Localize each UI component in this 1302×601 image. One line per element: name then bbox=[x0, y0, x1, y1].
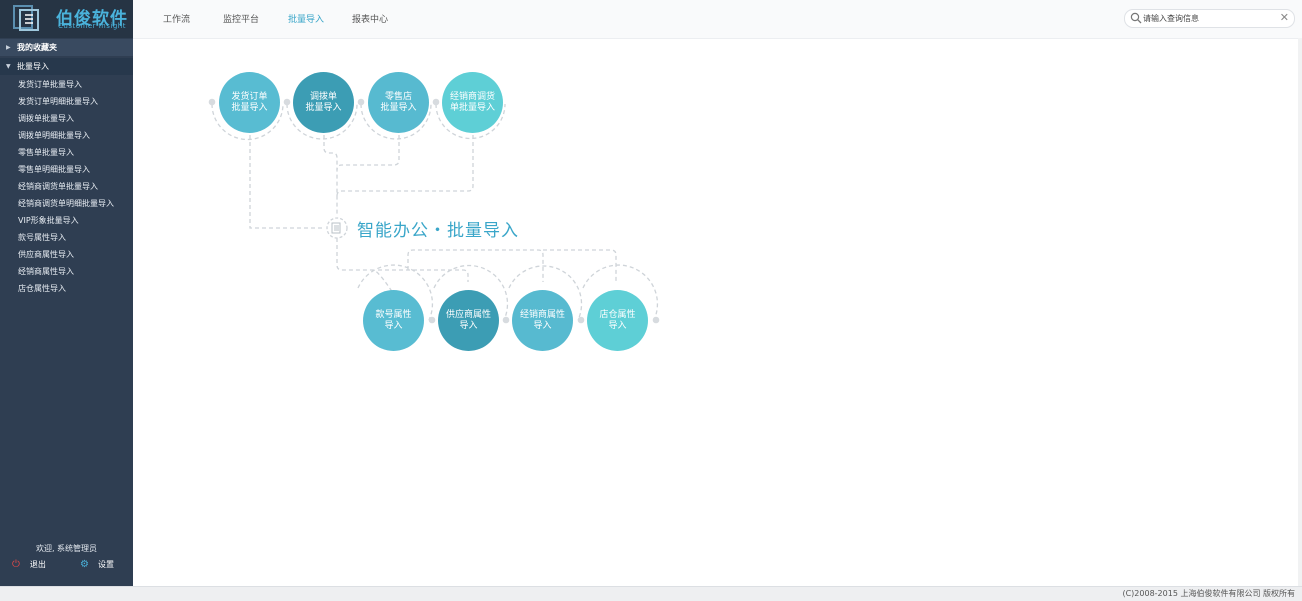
node-supplier-attribute-import[interactable]: 供应商属性 导入 bbox=[438, 290, 499, 351]
clear-icon[interactable]: ✕ bbox=[1280, 11, 1289, 24]
node-dealer-attribute-import[interactable]: 经销商属性 导入 bbox=[512, 290, 573, 351]
node-style-attribute-import[interactable]: 款号属性 导入 bbox=[363, 290, 424, 351]
node-label: 经销商调货 单批量导入 bbox=[449, 91, 495, 113]
brand-logo[interactable]: 伯俊软件 Customer Insight bbox=[0, 0, 133, 38]
sidebar-item[interactable]: 店仓属性导入 bbox=[0, 280, 133, 297]
node-store-attribute-import[interactable]: 店仓属性 导入 bbox=[587, 290, 648, 351]
sidebar-item[interactable]: 经销商调货单批量导入 bbox=[0, 178, 133, 195]
node-label: 店仓属性 导入 bbox=[599, 309, 636, 331]
logo-icon bbox=[13, 5, 39, 31]
search-box: ✕ bbox=[1124, 9, 1295, 28]
welcome-text: 欢迎, 系统管理员 bbox=[35, 544, 98, 553]
sidebar-item[interactable]: 款号属性导入 bbox=[0, 229, 133, 246]
sidebar-section-label: 批量导入 bbox=[17, 62, 49, 71]
sidebar-item[interactable]: VIP形象批量导入 bbox=[0, 212, 133, 229]
caret-right-icon: ▶ bbox=[6, 44, 11, 51]
node-label: 经销商属性 导入 bbox=[519, 309, 565, 331]
sidebar-item[interactable]: 零售单明细批量导入 bbox=[0, 161, 133, 178]
node-shipping-order-import[interactable]: 发货订单 批量导入 bbox=[219, 72, 280, 133]
scrollbar[interactable] bbox=[1298, 38, 1302, 586]
batch-import-diagram: 发货订单 批量导入 调拨单 批量导入 零售店 批量导入 经销商调货 单批量导入 … bbox=[133, 38, 1302, 586]
logout-label: 退出 bbox=[29, 560, 46, 569]
search-icon[interactable] bbox=[1130, 12, 1142, 24]
nav-workflow[interactable]: 工作流 bbox=[163, 12, 190, 25]
sidebar-item[interactable]: 调拨单明细批量导入 bbox=[0, 127, 133, 144]
sidebar-item[interactable]: 零售单批量导入 bbox=[0, 144, 133, 161]
node-label: 发货订单 批量导入 bbox=[231, 91, 268, 113]
gear-icon: ⚙ bbox=[80, 559, 89, 570]
logout-button[interactable]: ⏻ 退出 bbox=[12, 559, 46, 570]
sidebar-section-favorites[interactable]: ▶ 我的收藏夹 bbox=[0, 39, 133, 56]
sidebar: 伯俊软件 Customer Insight ▶ 我的收藏夹 ▼ 批量导入 发货订… bbox=[0, 0, 133, 586]
nav-report-center[interactable]: 报表中心 bbox=[352, 12, 388, 25]
sidebar-item[interactable]: 供应商属性导入 bbox=[0, 246, 133, 263]
diagram-center-title: 智能办公・批量导入 bbox=[357, 221, 519, 241]
search-input[interactable] bbox=[1143, 11, 1273, 25]
footer: (C)2008-2015 上海伯俊软件有限公司 版权所有 bbox=[0, 586, 1302, 601]
copyright-text: (C)2008-2015 上海伯俊软件有限公司 版权所有 bbox=[1122, 589, 1295, 598]
sidebar-nav-list: 发货订单批量导入 发货订单明细批量导入 调拨单批量导入 调拨单明细批量导入 零售… bbox=[0, 76, 133, 297]
sidebar-item[interactable]: 经销商属性导入 bbox=[0, 263, 133, 280]
node-transfer-order-import[interactable]: 调拨单 批量导入 bbox=[293, 72, 354, 133]
nav-batch-import[interactable]: 批量导入 bbox=[288, 12, 324, 25]
sidebar-item[interactable]: 发货订单明细批量导入 bbox=[0, 93, 133, 110]
sidebar-section-batch-import[interactable]: ▼ 批量导入 bbox=[0, 58, 133, 75]
nav-monitor-platform[interactable]: 监控平台 bbox=[223, 12, 259, 25]
node-label: 零售店 批量导入 bbox=[380, 91, 417, 113]
node-label: 供应商属性 导入 bbox=[445, 309, 491, 331]
node-label: 款号属性 导入 bbox=[375, 309, 412, 331]
power-icon: ⏻ bbox=[12, 559, 20, 570]
sidebar-section-label: 我的收藏夹 bbox=[17, 43, 57, 52]
settings-label: 设置 bbox=[97, 560, 114, 569]
brand-subtitle: Customer Insight bbox=[58, 22, 126, 30]
caret-down-icon: ▼ bbox=[6, 63, 11, 70]
sidebar-item[interactable]: 调拨单批量导入 bbox=[0, 110, 133, 127]
node-label: 调拨单 批量导入 bbox=[305, 91, 342, 113]
settings-button[interactable]: ⚙ 设置 bbox=[80, 559, 114, 570]
node-retail-store-import[interactable]: 零售店 批量导入 bbox=[368, 72, 429, 133]
sidebar-item[interactable]: 发货订单批量导入 bbox=[0, 76, 133, 93]
sidebar-item[interactable]: 经销商调货单明细批量导入 bbox=[0, 195, 133, 212]
top-nav-bar: 工作流 监控平台 批量导入 报表中心 ✕ bbox=[133, 0, 1302, 39]
node-dealer-transfer-import[interactable]: 经销商调货 单批量导入 bbox=[442, 72, 503, 133]
